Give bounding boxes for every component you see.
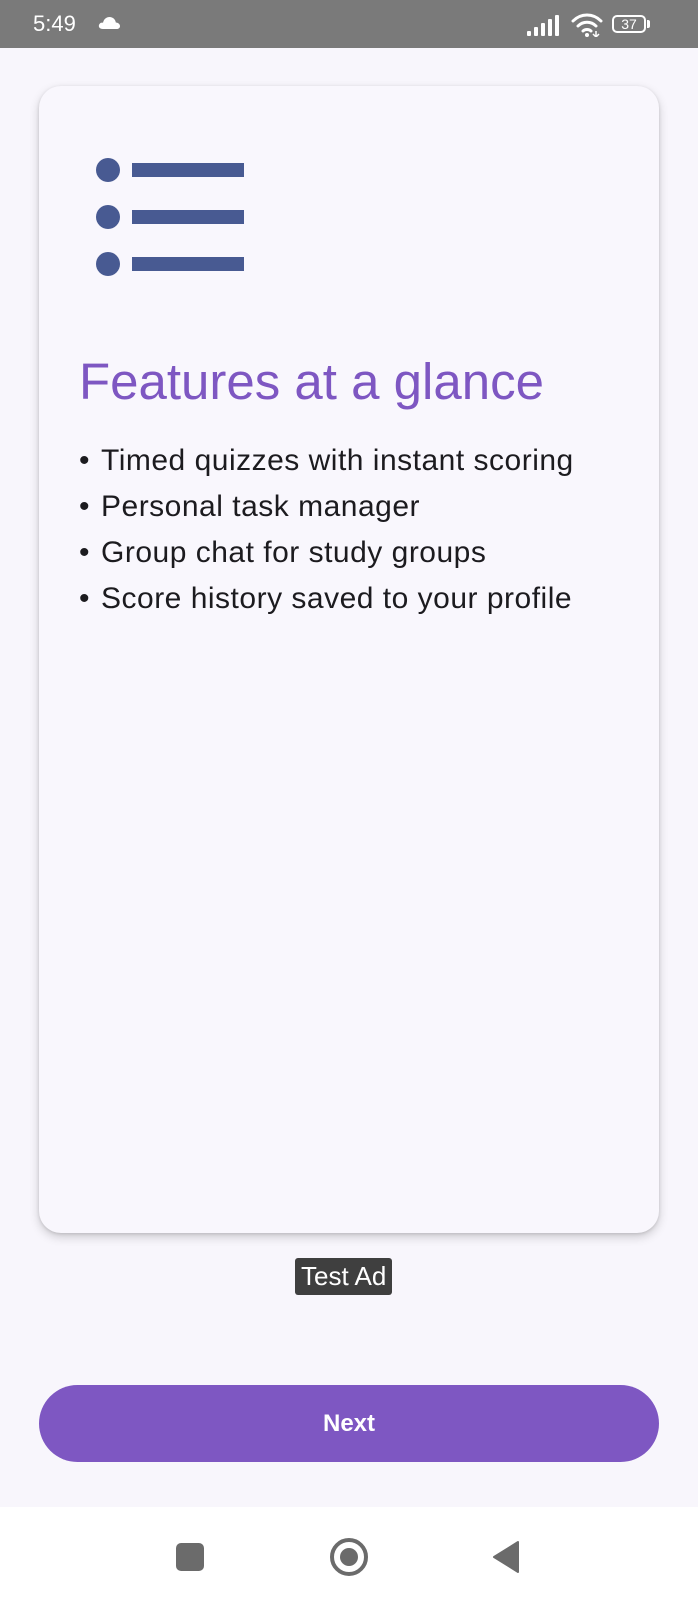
back-icon[interactable]	[491, 1540, 521, 1574]
cloud-icon	[97, 16, 121, 35]
home-icon[interactable]	[329, 1537, 369, 1577]
bullet: •	[79, 444, 91, 477]
feature-list: • Timed quizzes with instant scoring • Per…	[79, 438, 574, 622]
card-title: Features at a glance	[79, 353, 544, 410]
wifi-icon	[571, 13, 603, 42]
bullet: •	[79, 490, 91, 523]
navigation-bar	[0, 1507, 698, 1600]
battery-tip	[647, 20, 650, 28]
feature-text: Personal task manager	[101, 490, 420, 523]
features-card: Features at a glance • Timed quizzes with…	[39, 86, 659, 1233]
battery-icon: 37	[612, 15, 652, 35]
list-icon	[96, 157, 246, 282]
bullet: •	[79, 536, 91, 569]
feature-item: • Group chat for study groups	[79, 530, 574, 576]
next-button[interactable]: Next	[39, 1385, 659, 1462]
status-bar: 5:49 37	[0, 0, 698, 48]
feature-item: • Timed quizzes with instant scoring	[79, 438, 574, 484]
feature-text: Group chat for study groups	[101, 536, 487, 569]
test-ad-banner[interactable]: Test Ad	[295, 1258, 393, 1295]
status-time: 5:49	[33, 11, 76, 36]
feature-item: • Personal task manager	[79, 484, 574, 530]
recents-icon[interactable]	[175, 1542, 205, 1572]
signal-icon	[527, 14, 561, 41]
battery-level: 37	[612, 15, 646, 33]
feature-text: Score history saved to your profile	[101, 582, 573, 615]
feature-item: • Score history saved to your profile	[79, 576, 574, 622]
bullet: •	[79, 582, 91, 615]
feature-text: Timed quizzes with instant scoring	[101, 444, 574, 477]
